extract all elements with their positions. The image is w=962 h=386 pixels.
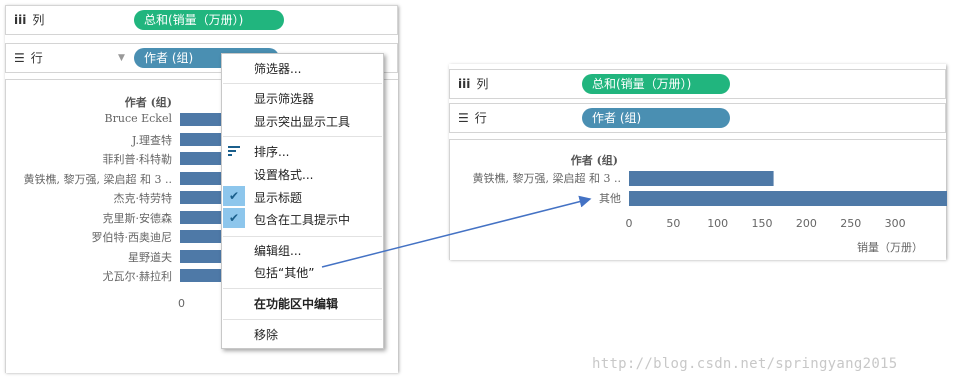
menu-item[interactable]: 在功能区中编辑 — [254, 295, 338, 312]
left-axis-zero: 0 — [178, 297, 185, 310]
right-measure-pill[interactable]: 总和(销量（万册）) — [582, 74, 730, 94]
left-author-bar[interactable] — [180, 113, 224, 126]
right-rows-icon: ☰ — [458, 111, 469, 125]
left-author-bar[interactable] — [180, 210, 224, 224]
menu-separator — [223, 136, 382, 137]
left-author-bar[interactable] — [180, 230, 224, 243]
menu-item[interactable]: 包含在工具提示中 — [254, 211, 350, 228]
rows-icon: ☰ — [14, 51, 25, 65]
right-category-label: 黄铁樵, 黎万强, 梁启超 和 3 .. — [473, 171, 621, 185]
right-columns-shelf-label: iii 列 — [458, 70, 488, 98]
right-worksheet: iii 列 总和(销量（万册）) ☰ 行 作者 (组) 作者 (组) 黄铁樵, 黎万… — [449, 64, 947, 260]
right-rows-shelf-label: ☰ 行 — [458, 104, 487, 132]
left-author-label: 杰克·特劳特 — [113, 192, 173, 205]
menu-item[interactable]: 移除 — [254, 326, 278, 343]
right-bar[interactable] — [629, 171, 774, 186]
left-author-bar[interactable] — [180, 171, 224, 185]
menu-item[interactable]: 排序... — [254, 143, 289, 160]
left-author-bar[interactable] — [180, 132, 224, 146]
checkmark-icon: ✔ — [223, 186, 245, 206]
x-tick-label: 0 — [626, 217, 633, 230]
left-author-label: 克里斯·安德森 — [102, 211, 173, 225]
menu-item[interactable]: 显示标题 — [254, 189, 302, 206]
menu-item[interactable]: 显示突出显示工具 — [254, 113, 350, 130]
left-author-label: 星野道夫 — [128, 250, 172, 264]
watermark: http://blog.csdn.net/springyang2015 — [592, 356, 898, 372]
left-author-bar[interactable] — [180, 191, 224, 204]
right-rows-label: 行 — [474, 111, 487, 125]
right-columns-icon: iii — [458, 77, 471, 91]
menu-item[interactable]: 编辑组... — [254, 242, 301, 259]
menu-item[interactable]: 筛选器... — [254, 60, 301, 77]
checkmark-icon: ✔ — [223, 208, 245, 228]
left-author-label: J.理查特 — [131, 133, 172, 147]
right-bar-chart: 黄铁樵, 黎万强, 梁启超 和 3 .. 其他 0 50 100 150 200 250 300… — [473, 171, 947, 254]
left-author-bar[interactable] — [180, 249, 224, 263]
columns-shelf-label: iii 列 — [14, 6, 44, 34]
left-author-label: 罗伯特·西奥迪尼 — [91, 231, 173, 244]
left-author-label: 尤瓦尔·赫拉利 — [102, 270, 173, 283]
menu-separator — [223, 83, 382, 84]
rows-shelf-label: ☰ 行 — [14, 44, 43, 72]
right-view: 作者 (组) 黄铁樵, 黎万强, 梁启超 和 3 .. 其他 0 50 100 150 20… — [449, 139, 947, 260]
x-tick-label: 250 — [840, 217, 861, 230]
x-tick-label: 50 — [666, 217, 680, 230]
columns-shelf[interactable]: iii 列 总和(销量（万册）) — [5, 5, 398, 35]
shelf-dropdown-icon[interactable]: ▼ — [118, 44, 125, 72]
right-category-label: 其他 — [599, 192, 621, 205]
right-columns-label: 列 — [476, 77, 489, 91]
right-columns-shelf[interactable]: iii 列 总和(销量（万册）) — [449, 69, 946, 99]
menu-separator — [223, 236, 382, 237]
left-row-header: 作者 (组) — [124, 96, 172, 109]
menu-item[interactable]: 显示筛选器 — [254, 90, 314, 107]
left-author-label: 菲利普·科特勒 — [102, 153, 173, 166]
sort-icon — [228, 146, 240, 156]
menu-item[interactable]: 包括“其他” — [254, 264, 314, 281]
columns-label: 列 — [32, 13, 45, 27]
left-author-bar[interactable] — [180, 152, 224, 165]
menu-item[interactable]: 设置格式... — [254, 166, 313, 183]
menu-separator — [223, 288, 382, 289]
menu-separator — [223, 319, 382, 320]
right-dimension-pill[interactable]: 作者 (组) — [582, 108, 730, 128]
right-bar[interactable] — [629, 191, 947, 206]
x-axis-title: 销量（万册） — [857, 240, 923, 254]
x-tick-label: 300 — [885, 217, 906, 230]
right-rows-shelf[interactable]: ☰ 行 作者 (组) — [449, 103, 946, 133]
x-tick-label: 100 — [707, 217, 728, 230]
left-author-bar[interactable] — [180, 269, 224, 282]
x-tick-label: 150 — [752, 217, 773, 230]
left-author-label: 黄铁樵, 黎万强, 梁启超 和 3 .. — [23, 172, 172, 186]
rows-label: 行 — [30, 51, 43, 65]
measure-pill[interactable]: 总和(销量（万册）) — [134, 10, 284, 30]
pill-context-menu: 筛选器... 显示筛选器显示突出显示工具 排序... 设置格式... ✔ 显示标题 ✔ 包含在… — [221, 53, 384, 349]
x-tick-label: 200 — [796, 217, 817, 230]
left-author-label: Bruce Eckel — [104, 112, 172, 125]
columns-icon: iii — [14, 13, 27, 27]
